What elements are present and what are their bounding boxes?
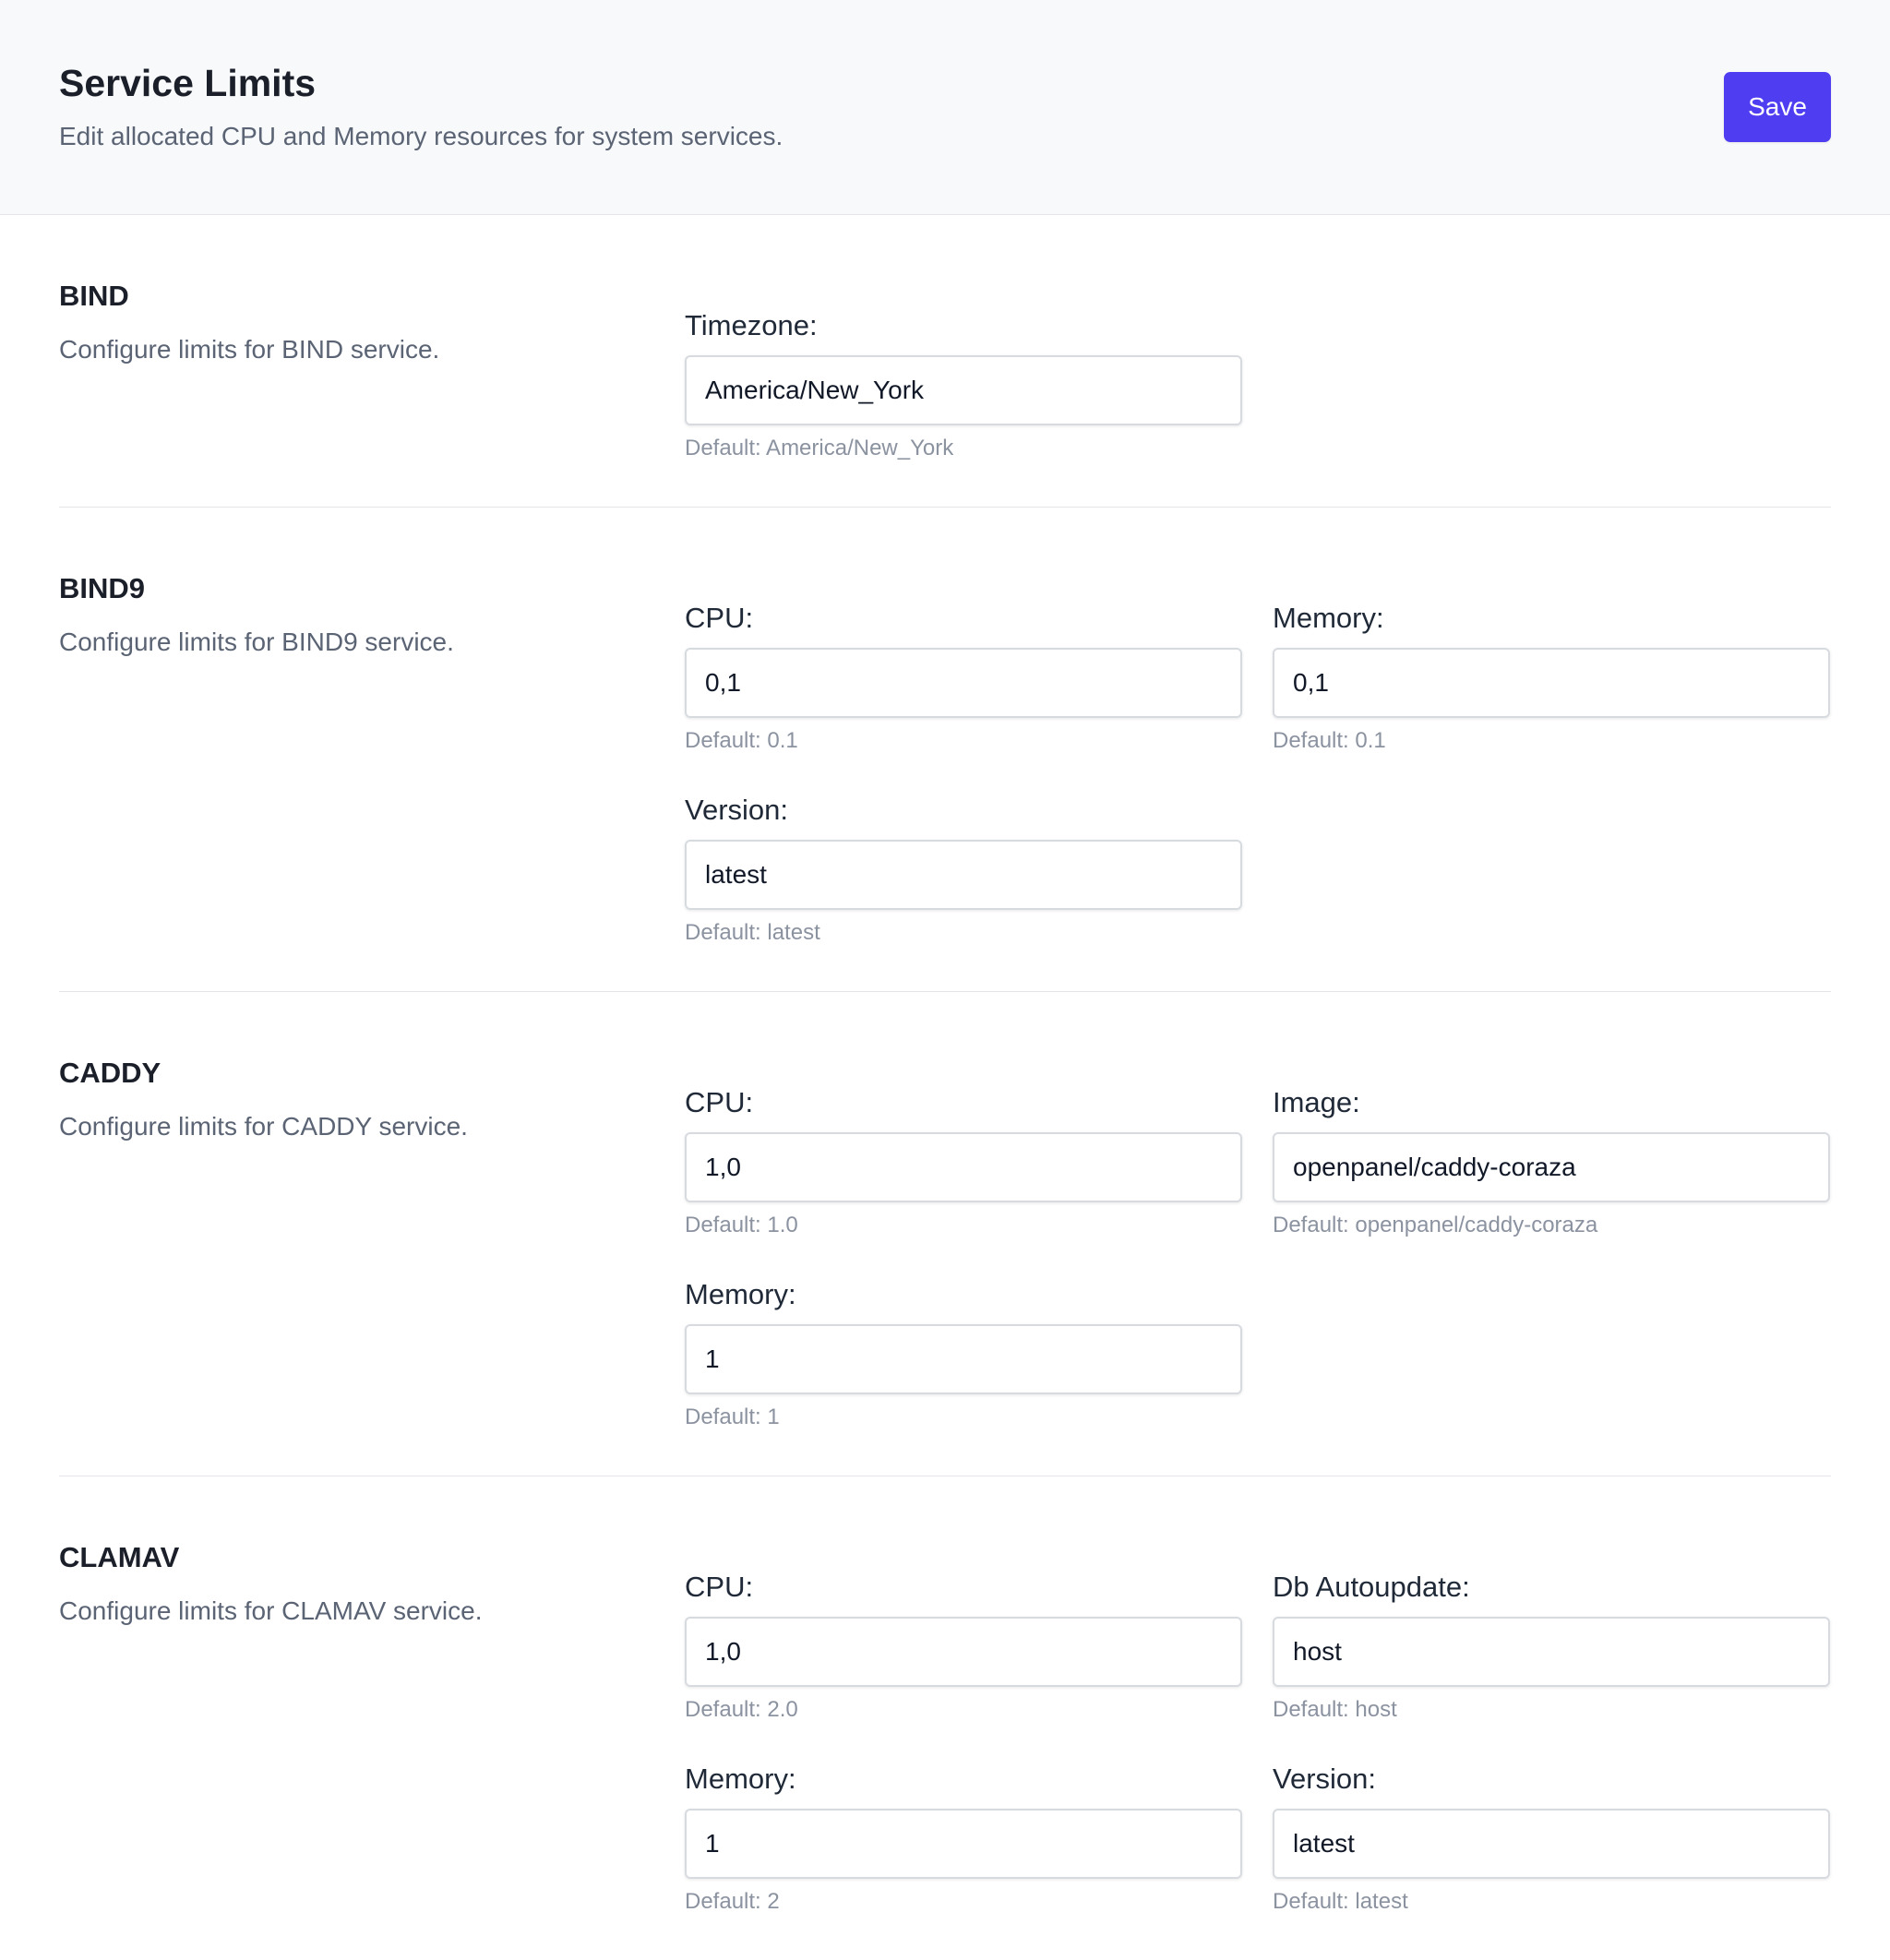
service-name: CLAMAV [59,1541,180,1573]
field-hint: Default: openpanel/caddy-coraza [1273,1213,1598,1237]
cpu-input[interactable] [685,1617,1242,1687]
service-name: BIND9 [59,572,146,604]
service-description: Configure limits for CLAMAV service. [59,1596,483,1625]
version-input[interactable] [685,840,1242,910]
field-label: Version: [685,794,789,826]
field-label: Timezone: [685,309,818,341]
field-version: Version: Default: latest [685,792,1242,947]
service-bind9: BIND9 Configure limits for BIND9 service… [59,508,1831,992]
service-description: Configure limits for BIND9 service. [59,627,454,656]
service-description: Configure limits for CADDY service. [59,1112,468,1141]
timezone-input[interactable] [685,355,1242,425]
save-button[interactable]: Save [1724,72,1831,142]
service-clamav: CLAMAV Configure limits for CLAMAV servi… [59,1476,1831,1960]
service-name: BIND [59,280,129,312]
field-label: Memory: [685,1278,796,1310]
service-fields: CPU: Default: 0.1 Memory: Default: 0.1 V… [685,570,1830,947]
services-list: BIND Configure limits for BIND service. … [0,215,1890,1960]
memory-input[interactable] [685,1324,1242,1394]
field-hint: Default: latest [685,920,820,945]
field-label: CPU: [685,1571,754,1603]
field-version: Version: Default: latest [1273,1761,1830,1916]
service-info: CLAMAV Configure limits for CLAMAV servi… [59,1539,685,1916]
field-label: Image: [1273,1086,1360,1118]
page-header: Service Limits Edit allocated CPU and Me… [0,0,1890,215]
field-image: Image: Default: openpanel/caddy-coraza [1273,1084,1830,1239]
service-caddy: CADDY Configure limits for CADDY service… [59,992,1831,1476]
page-subtitle: Edit allocated CPU and Memory resources … [59,122,784,150]
service-fields: CPU: Default: 2.0 Db Autoupdate: Default… [685,1539,1830,1916]
field-cpu: CPU: Default: 2.0 [685,1569,1242,1724]
cpu-input[interactable] [685,1132,1242,1202]
service-info: BIND Configure limits for BIND service. [59,278,685,462]
field-label: Version: [1273,1763,1377,1795]
image-input[interactable] [1273,1132,1830,1202]
field-hint: Default: 0.1 [685,728,798,753]
field-hint: Default: America/New_York [685,436,954,460]
service-info: CADDY Configure limits for CADDY service… [59,1055,685,1431]
cpu-input[interactable] [685,648,1242,718]
field-hint: Default: 2.0 [685,1697,798,1722]
field-cpu: CPU: Default: 0.1 [685,600,1242,755]
field-hint: Default: 0.1 [1273,728,1386,753]
service-bind: BIND Configure limits for BIND service. … [59,215,1831,508]
field-label: CPU: [685,1086,754,1118]
db-autoupdate-input[interactable] [1273,1617,1830,1687]
field-label: Memory: [685,1763,796,1795]
field-memory: Memory: Default: 2 [685,1761,1242,1916]
field-memory: Memory: Default: 0.1 [1273,600,1830,755]
field-hint: Default: 2 [685,1889,780,1914]
field-timezone: Timezone: Default: America/New_York [685,307,1242,462]
field-db-autoupdate: Db Autoupdate: Default: host [1273,1569,1830,1724]
field-memory: Memory: Default: 1 [685,1276,1242,1431]
field-label: Db Autoupdate: [1273,1571,1470,1603]
field-hint: Default: latest [1273,1889,1408,1914]
field-label: CPU: [685,602,754,634]
service-info: BIND9 Configure limits for BIND9 service… [59,570,685,947]
service-description: Configure limits for BIND service. [59,335,440,364]
version-input[interactable] [1273,1809,1830,1879]
service-fields: CPU: Default: 1.0 Image: Default: openpa… [685,1055,1830,1431]
field-hint: Default: 1.0 [685,1213,798,1237]
page-title: Service Limits [59,62,317,104]
service-fields: Timezone: Default: America/New_York [685,278,1830,462]
memory-input[interactable] [685,1809,1242,1879]
field-hint: Default: host [1273,1697,1397,1722]
service-name: CADDY [59,1057,161,1089]
field-hint: Default: 1 [685,1404,780,1429]
memory-input[interactable] [1273,648,1830,718]
field-cpu: CPU: Default: 1.0 [685,1084,1242,1239]
field-label: Memory: [1273,602,1384,634]
